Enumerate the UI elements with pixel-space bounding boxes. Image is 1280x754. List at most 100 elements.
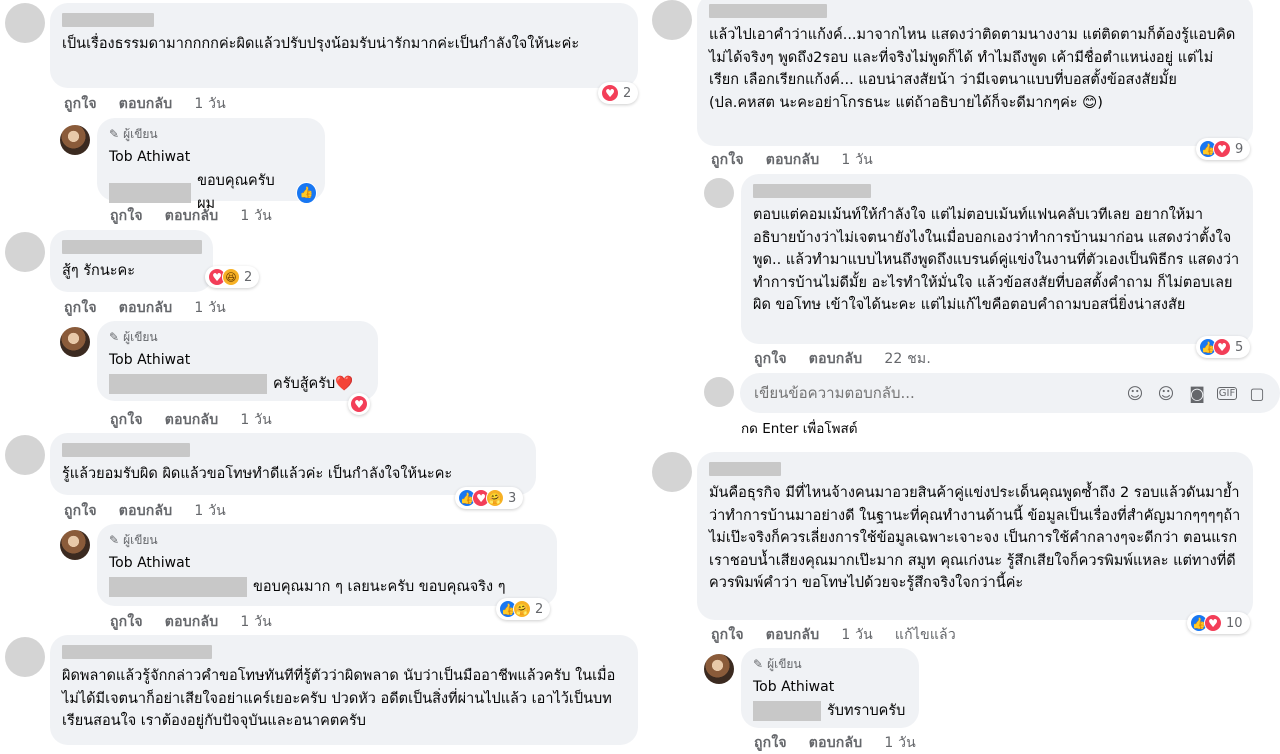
- care-icon: 🤗: [486, 489, 504, 507]
- author-avatar[interactable]: [60, 125, 90, 155]
- redacted-mention[interactable]: [109, 182, 192, 203]
- timestamp[interactable]: 22 ชม.: [884, 348, 931, 370]
- timestamp[interactable]: 1 วัน: [240, 409, 272, 431]
- reply-input[interactable]: [752, 383, 1115, 403]
- avatar[interactable]: [5, 435, 45, 475]
- avatar-sticker-icon[interactable]: ☺: [1124, 384, 1146, 403]
- love-icon: ♥: [350, 395, 368, 413]
- reaction-summary[interactable]: 👍 ♥ 10: [1187, 612, 1250, 634]
- timestamp[interactable]: 1 วัน: [841, 624, 873, 646]
- reaction-summary[interactable]: ♥ 😆 2: [205, 266, 260, 288]
- avatar[interactable]: [5, 3, 45, 43]
- author-avatar[interactable]: [60, 327, 90, 357]
- reply-button[interactable]: ตอบกลับ: [119, 93, 173, 115]
- author-avatar[interactable]: [60, 530, 90, 560]
- care-icon: 🤗: [513, 600, 531, 618]
- reply-button[interactable]: ตอบกลับ: [119, 500, 173, 522]
- reply-bubble: ✎ ผู้เขียน Tob Athiwat ครับสู้ครับ❤️: [97, 321, 378, 401]
- comment-bubble: มันคือธุรกิจ มีที่ไหนจ้างคนมาอวยสินค้าคู…: [697, 452, 1253, 620]
- reply-button[interactable]: ตอบกลับ: [766, 624, 820, 646]
- comment-bubble: เป็นเรื่องธรรมดามากกกกค่ะผิดแล้วปรับปรุง…: [50, 3, 638, 88]
- reply-button[interactable]: ตอบกลับ: [766, 149, 820, 171]
- redacted-mention[interactable]: [753, 701, 821, 722]
- like-button[interactable]: ถูกใจ: [754, 732, 787, 754]
- redacted-name: [62, 240, 202, 254]
- pencil-icon: ✎: [109, 533, 120, 547]
- sticker-icon[interactable]: ▢: [1246, 384, 1268, 403]
- author-name[interactable]: Tob Athiwat: [753, 678, 907, 696]
- reply-bubble: ✎ ผู้เขียน Tob Athiwat ขอบคุณมาก ๆ เลยนะค…: [97, 524, 557, 606]
- comment-actions: ถูกใจ ตอบกลับ 1 วัน: [64, 500, 226, 522]
- camera-icon[interactable]: ◙: [1186, 384, 1208, 403]
- reply-actions: ถูกใจ ตอบกลับ 1 วัน: [754, 732, 916, 754]
- reaction-summary[interactable]: 👍 ♥ 9: [1196, 138, 1251, 160]
- author-avatar[interactable]: [704, 654, 734, 684]
- reaction-summary[interactable]: ♥: [348, 393, 370, 415]
- author-name[interactable]: Tob Athiwat: [109, 148, 313, 166]
- avatar[interactable]: [704, 178, 734, 208]
- reply-actions: ถูกใจ ตอบกลับ 1 วัน: [110, 611, 272, 633]
- pencil-icon: ✎: [109, 330, 120, 344]
- reply-actions: ถูกใจ ตอบกลับ 22 ชม.: [754, 348, 931, 370]
- like-button[interactable]: ถูกใจ: [64, 500, 97, 522]
- redacted-name: [753, 184, 871, 198]
- comment-actions: ถูกใจ ตอบกลับ 1 วัน: [64, 297, 226, 319]
- author-name[interactable]: Tob Athiwat: [109, 351, 366, 369]
- like-button[interactable]: ถูกใจ: [64, 297, 97, 319]
- enter-hint: กด Enter เพื่อโพสต์: [741, 421, 858, 437]
- comment-text: เป็นเรื่องธรรมดามากกกกค่ะผิดแล้วปรับปรุง…: [62, 36, 580, 52]
- reply-button[interactable]: ตอบกลับ: [119, 297, 173, 319]
- like-reaction-icon[interactable]: 👍: [296, 181, 317, 204]
- timestamp[interactable]: 1 วัน: [194, 297, 226, 319]
- avatar[interactable]: [652, 452, 692, 492]
- comment-actions: ถูกใจ ตอบกลับ 1 วัน แก้ไขแล้ว: [711, 624, 956, 646]
- like-button[interactable]: ถูกใจ: [110, 205, 143, 227]
- reply-button[interactable]: ตอบกลับ: [165, 611, 219, 633]
- timestamp[interactable]: 1 วัน: [194, 500, 226, 522]
- reply-button[interactable]: ตอบกลับ: [809, 732, 863, 754]
- avatar[interactable]: [5, 637, 45, 677]
- redacted-mention[interactable]: [109, 577, 247, 598]
- pencil-icon: ✎: [753, 657, 764, 671]
- timestamp[interactable]: 1 วัน: [194, 93, 226, 115]
- timestamp[interactable]: 1 วัน: [841, 149, 873, 171]
- comment-actions: ถูกใจ ตอบกลับ 1 วัน: [64, 93, 226, 115]
- timestamp[interactable]: 1 วัน: [884, 732, 916, 754]
- like-button[interactable]: ถูกใจ: [64, 93, 97, 115]
- reaction-summary[interactable]: ♥ 2: [598, 82, 639, 104]
- reply-text: รับทราบครับ: [827, 703, 906, 719]
- reaction-summary[interactable]: 👍 🤗 2: [496, 598, 551, 620]
- comment-actions: ถูกใจ ตอบกลับ 1 วัน: [711, 149, 873, 171]
- reaction-summary[interactable]: 👍 ♥ 🤗 3: [455, 487, 524, 509]
- reply-text: ขอบคุณมาก ๆ เลยนะครับ ขอบคุณจริง ๆ: [253, 579, 506, 595]
- reply-input-bar: ☺ ☺ ◙ GIF ▢: [740, 373, 1280, 413]
- author-badge: ✎ ผู้เขียน: [753, 656, 802, 672]
- comment-bubble: ผิดพลาดแล้วรู้จักกล่าวคำขอโทษทันทีที่รู้…: [50, 635, 638, 745]
- author-badge: ✎ ผู้เขียน: [109, 532, 158, 548]
- reply-button[interactable]: ตอบกลับ: [165, 409, 219, 431]
- timestamp[interactable]: 1 วัน: [240, 205, 272, 227]
- comment-text: สู้ๆ รักนะคะ: [62, 263, 136, 279]
- love-icon: ♥: [1213, 140, 1231, 158]
- haha-icon: 😆: [222, 268, 240, 286]
- reply-bubble: ✎ ผู้เขียน Tob Athiwat รับทราบครับ: [741, 648, 919, 728]
- like-button[interactable]: ถูกใจ: [711, 149, 744, 171]
- avatar[interactable]: [5, 232, 45, 272]
- timestamp[interactable]: 1 วัน: [240, 611, 272, 633]
- gif-icon[interactable]: GIF: [1217, 386, 1237, 400]
- like-button[interactable]: ถูกใจ: [754, 348, 787, 370]
- like-button[interactable]: ถูกใจ: [110, 409, 143, 431]
- like-button[interactable]: ถูกใจ: [110, 611, 143, 633]
- edited-label: แก้ไขแล้ว: [894, 627, 956, 643]
- current-user-avatar[interactable]: [704, 377, 734, 407]
- reaction-summary[interactable]: 👍 ♥ 5: [1196, 336, 1251, 358]
- comment-text: ผิดพลาดแล้วรู้จักกล่าวคำขอโทษทันทีที่รู้…: [62, 668, 616, 729]
- redacted-mention[interactable]: [109, 374, 267, 395]
- emoji-icon[interactable]: ☺: [1155, 384, 1177, 403]
- author-name[interactable]: Tob Athiwat: [109, 554, 545, 572]
- comment-bubble: แล้วไปเอาคำว่าแก้งค์...มาจากไหน แสดงว่าต…: [697, 0, 1253, 146]
- reply-button[interactable]: ตอบกลับ: [165, 205, 219, 227]
- avatar[interactable]: [652, 0, 692, 40]
- like-button[interactable]: ถูกใจ: [711, 624, 744, 646]
- reply-button[interactable]: ตอบกลับ: [809, 348, 863, 370]
